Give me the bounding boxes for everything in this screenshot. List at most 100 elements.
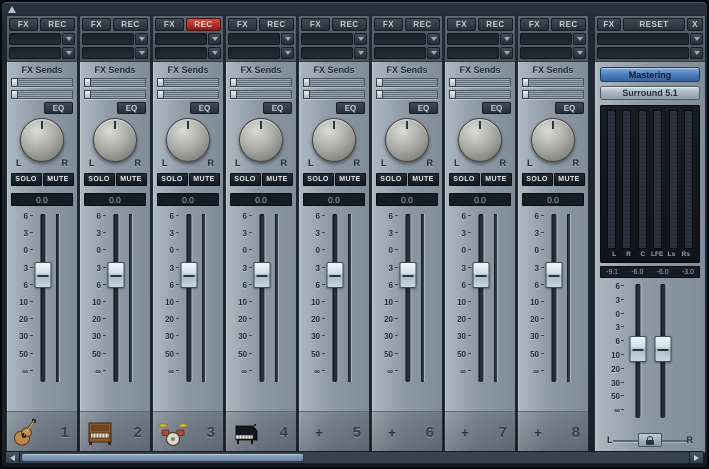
fx-slot-dropdown[interactable] (228, 33, 280, 45)
pan-knob[interactable] (239, 118, 283, 162)
close-button[interactable]: X (687, 18, 703, 31)
fx-send-handle[interactable] (376, 78, 383, 87)
solo-button[interactable]: SOLO (375, 173, 407, 186)
pan-knob[interactable] (93, 118, 137, 162)
fx-send-handle[interactable] (230, 78, 237, 87)
fader-track[interactable] (399, 212, 417, 384)
fader-handle[interactable] (326, 262, 344, 288)
mute-button[interactable]: MUTE (42, 173, 74, 186)
fader-track[interactable] (326, 212, 344, 384)
rec-button[interactable]: REC (40, 18, 75, 31)
fx-send-handle[interactable] (449, 78, 456, 87)
fx-send-slider[interactable] (303, 78, 365, 87)
level-value-display[interactable]: 0.0 (157, 193, 219, 206)
level-value-display[interactable]: 0.0 (11, 193, 73, 206)
fx-send-slider[interactable] (230, 78, 292, 87)
fader-handle[interactable] (34, 262, 52, 288)
horizontal-scrollbar[interactable] (5, 451, 704, 464)
fx-send-slider[interactable] (376, 78, 438, 87)
chevron-down-icon[interactable] (690, 47, 703, 59)
pan-knob[interactable] (20, 118, 64, 162)
fx-send-slider[interactable] (230, 90, 292, 99)
solo-button[interactable]: SOLO (521, 173, 553, 186)
fx-slot-dropdown[interactable] (155, 33, 207, 45)
mastering-button[interactable]: Mastering (600, 67, 700, 82)
chevron-down-icon[interactable] (62, 47, 75, 59)
fx-send-handle[interactable] (230, 90, 237, 99)
fx-slot-dropdown[interactable] (228, 47, 280, 59)
fx-send-handle[interactable] (11, 90, 18, 99)
fx-send-slider[interactable] (522, 90, 584, 99)
chevron-down-icon[interactable] (573, 47, 586, 59)
piano-icon[interactable] (229, 415, 263, 451)
master-fx-slot-dropdown[interactable] (597, 33, 689, 45)
fader-handle[interactable] (654, 336, 671, 362)
solo-button[interactable]: SOLO (156, 173, 188, 186)
chevron-down-icon[interactable] (208, 33, 221, 45)
fx-send-slider[interactable] (84, 78, 146, 87)
fx-slot-dropdown[interactable] (82, 33, 134, 45)
eq-button[interactable]: EQ (44, 102, 73, 114)
fx-slot-dropdown[interactable] (301, 47, 353, 59)
pan-knob[interactable] (458, 118, 502, 162)
chevron-down-icon[interactable] (354, 47, 367, 59)
fx-send-handle[interactable] (303, 78, 310, 87)
fx-send-slider[interactable] (157, 78, 219, 87)
master-fx-slot-dropdown[interactable] (597, 47, 689, 59)
mute-button[interactable]: MUTE (553, 173, 585, 186)
fx-slot-dropdown[interactable] (9, 47, 61, 59)
fx-button[interactable]: FX (82, 18, 111, 31)
fx-send-slider[interactable] (11, 90, 73, 99)
plus-icon[interactable]: + (375, 415, 409, 451)
eq-button[interactable]: EQ (263, 102, 292, 114)
pan-knob[interactable] (385, 118, 429, 162)
chevron-down-icon[interactable] (281, 33, 294, 45)
master-fx-button[interactable]: FX (597, 18, 621, 31)
fader-handle[interactable] (180, 262, 198, 288)
mute-button[interactable]: MUTE (407, 173, 439, 186)
fx-slot-dropdown[interactable] (447, 33, 499, 45)
master-fader-left[interactable] (625, 282, 650, 420)
eq-button[interactable]: EQ (409, 102, 438, 114)
solo-button[interactable]: SOLO (10, 173, 42, 186)
chevron-down-icon[interactable] (135, 33, 148, 45)
level-value-display[interactable]: 0.0 (449, 193, 511, 206)
eq-button[interactable]: EQ (190, 102, 219, 114)
chevron-down-icon[interactable] (281, 47, 294, 59)
fx-send-handle[interactable] (522, 90, 529, 99)
fader-track[interactable] (253, 212, 271, 384)
chevron-down-icon[interactable] (500, 47, 513, 59)
rec-button[interactable]: REC (405, 18, 440, 31)
fader-handle[interactable] (253, 262, 271, 288)
fx-button[interactable]: FX (9, 18, 38, 31)
fx-slot-dropdown[interactable] (9, 33, 61, 45)
chevron-down-icon[interactable] (135, 47, 148, 59)
collapse-arrow-icon[interactable] (8, 6, 16, 13)
level-value-display[interactable]: 0.0 (84, 193, 146, 206)
scrollbar-track[interactable] (20, 452, 689, 463)
fx-button[interactable]: FX (228, 18, 257, 31)
fx-send-slider[interactable] (449, 90, 511, 99)
level-value-display[interactable]: 0.0 (303, 193, 365, 206)
fader-track[interactable] (180, 212, 198, 384)
fx-slot-dropdown[interactable] (447, 47, 499, 59)
fx-send-handle[interactable] (84, 90, 91, 99)
rec-button[interactable]: REC (259, 18, 294, 31)
fx-slot-dropdown[interactable] (301, 33, 353, 45)
mute-button[interactable]: MUTE (261, 173, 293, 186)
fader-handle[interactable] (107, 262, 125, 288)
chevron-down-icon[interactable] (427, 47, 440, 59)
chevron-down-icon[interactable] (690, 33, 703, 45)
fx-send-slider[interactable] (11, 78, 73, 87)
fx-send-handle[interactable] (84, 78, 91, 87)
master-fader-right[interactable] (650, 282, 675, 420)
fx-send-slider[interactable] (84, 90, 146, 99)
chevron-down-icon[interactable] (208, 47, 221, 59)
eq-button[interactable]: EQ (555, 102, 584, 114)
pan-knob[interactable] (166, 118, 210, 162)
fx-send-slider[interactable] (303, 90, 365, 99)
fx-send-slider[interactable] (449, 78, 511, 87)
solo-button[interactable]: SOLO (302, 173, 334, 186)
rec-button[interactable]: REC (186, 18, 221, 31)
fx-slot-dropdown[interactable] (82, 47, 134, 59)
